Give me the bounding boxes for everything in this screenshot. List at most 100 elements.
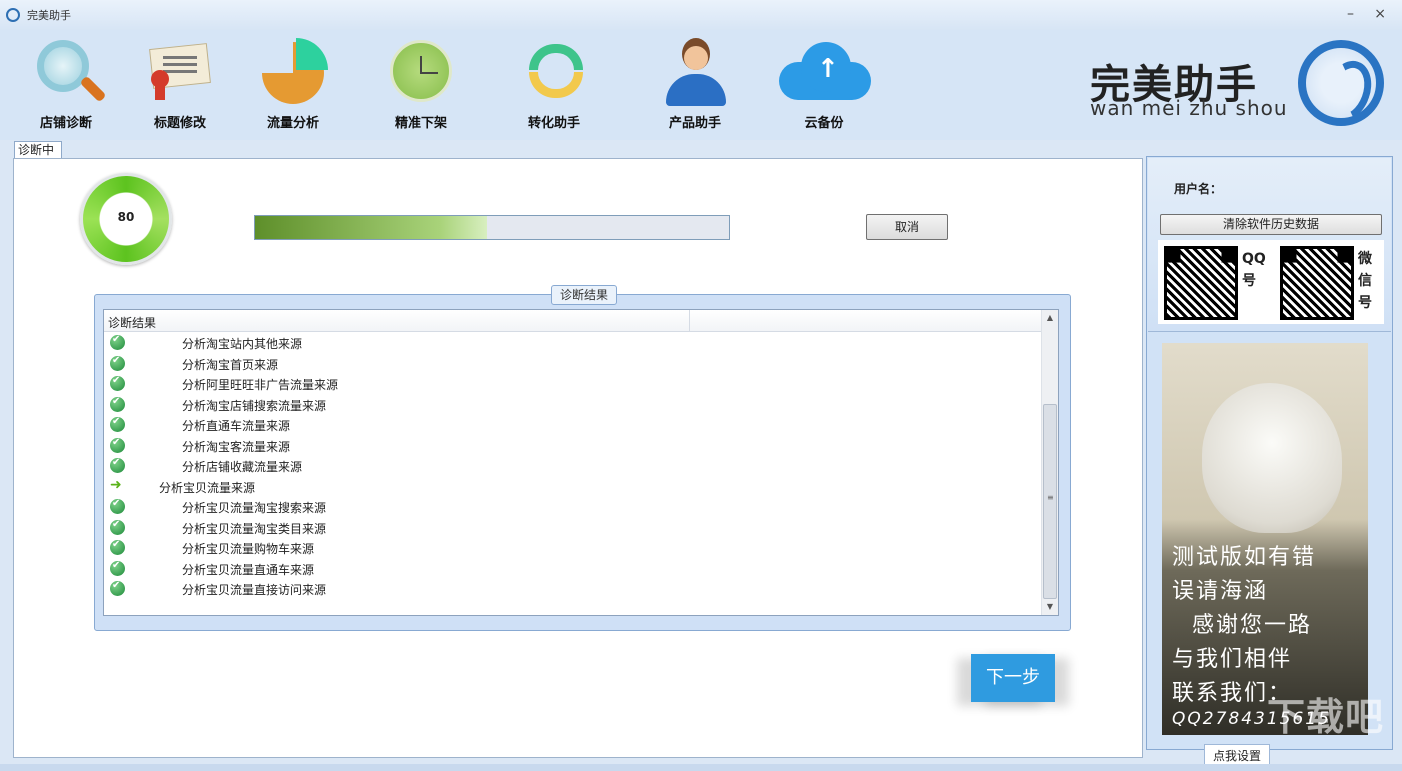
app-logo-icon	[6, 8, 20, 22]
check-icon	[110, 457, 125, 473]
qq-qr-code	[1164, 246, 1238, 320]
list-item[interactable]: 分析淘宝店铺搜索流量来源	[104, 394, 1058, 415]
progress-fill	[255, 216, 488, 239]
promo-line: 测试版如有错	[1172, 545, 1317, 570]
toolbar-label: 云备份	[804, 116, 844, 131]
toolbar-conversion-helper[interactable]: 转化助手	[504, 36, 604, 131]
pie-chart-icon	[258, 36, 328, 106]
toolbar-label: 标题修改	[153, 116, 206, 131]
user-box: 用户名： 清除软件历史数据 QQ号 微信号	[1148, 158, 1391, 332]
promo-line: 感谢您一路	[1192, 613, 1313, 638]
refresh-arrows-icon	[519, 36, 589, 106]
toolbar-precise-delist[interactable]: 精准下架	[371, 36, 471, 131]
score-ring: 80	[80, 173, 172, 265]
column-separator	[689, 310, 690, 331]
check-icon	[110, 498, 125, 514]
magnifier-icon	[31, 36, 107, 106]
toolbar-store-diagnosis[interactable]: 店铺诊断	[16, 36, 116, 131]
toolbar-cloud-backup[interactable]: ↑ 云备份	[774, 36, 874, 131]
logo-text-en: wan mei zhu shou	[1090, 96, 1288, 120]
results-group: 诊断结果 诊断结果 分析淘宝站内其他来源分析淘宝首页来源分析阿里旺旺非广告流量来…	[94, 285, 1071, 631]
score-value: 80	[117, 210, 135, 224]
check-icon	[110, 416, 125, 432]
column-header[interactable]: 诊断结果	[108, 314, 156, 331]
list-item-text: 分析宝贝流量淘宝搜索来源	[182, 501, 327, 515]
title-bar: 完美助手 – ×	[0, 0, 1402, 30]
list-item-text: 分析店铺收藏流量来源	[182, 460, 303, 474]
list-item-text: 分析淘宝客流量来源	[182, 439, 291, 454]
username-label: 用户名：	[1174, 182, 1223, 196]
certificate-icon	[145, 36, 215, 106]
list-item[interactable]: 分析淘宝首页来源	[104, 353, 1058, 374]
list-item-text: 分析宝贝流量来源	[159, 480, 256, 495]
list-item[interactable]: 分析宝贝流量淘宝搜索来源	[104, 496, 1058, 517]
list-item-text: 分析宝贝流量淘宝类目来源	[182, 521, 327, 536]
watermark: 下载吧	[1266, 695, 1384, 739]
logo-mark-icon	[1298, 40, 1384, 126]
toolbar-product-helper[interactable]: 产品助手	[645, 36, 745, 131]
list-item-text: 分析宝贝流量直接访问来源	[182, 583, 327, 597]
list-item[interactable]: 分析阿里旺旺非广告流量来源	[104, 373, 1058, 394]
arrow-right-icon	[110, 477, 125, 494]
scroll-thumb[interactable]: ≡	[1043, 404, 1057, 599]
user-icon	[660, 36, 730, 106]
check-icon	[110, 437, 125, 453]
diagnosis-progress-bar	[254, 215, 730, 240]
toolbar-label: 店铺诊断	[39, 116, 92, 131]
results-list[interactable]: 诊断结果 分析淘宝站内其他来源分析淘宝首页来源分析阿里旺旺非广告流量来源分析淘宝…	[103, 309, 1059, 616]
check-icon	[110, 396, 125, 412]
list-item-text: 分析宝贝流量购物车来源	[182, 542, 315, 556]
list-item[interactable]: 分析淘宝站内其他来源	[104, 332, 1058, 353]
side-panel: 用户名： 清除软件历史数据 QQ号 微信号 测试版如有错 误请海涵 感谢您一路 …	[1146, 156, 1393, 750]
clock-icon	[386, 36, 456, 106]
check-icon	[110, 580, 125, 596]
check-icon	[110, 539, 125, 555]
close-button[interactable]: ×	[1374, 6, 1386, 22]
cat-image	[1202, 383, 1342, 533]
cloud-upload-icon: ↑	[779, 36, 871, 106]
toolbar-label: 转化助手	[527, 116, 580, 131]
toolbar-label: 产品助手	[668, 116, 721, 131]
qq-qr-label: QQ号	[1242, 251, 1266, 289]
status-bar	[0, 764, 1402, 771]
list-item[interactable]: 分析直通车流量来源	[104, 414, 1058, 435]
toolbar-traffic-analysis[interactable]: 流量分析	[243, 36, 343, 131]
check-icon	[110, 375, 125, 391]
brand-logo: 完美助手 wan mei zhu shou	[1090, 38, 1390, 128]
toolbar-title-edit[interactable]: 标题修改	[130, 36, 230, 131]
check-icon	[110, 519, 125, 535]
list-item-text: 分析淘宝站内其他来源	[182, 337, 303, 351]
window-title: 完美助手	[27, 9, 71, 22]
toolbar-label: 流量分析	[266, 116, 319, 131]
next-step-button[interactable]: 下一步	[971, 654, 1055, 702]
main-panel: 80 取消 诊断结果 诊断结果 分析淘宝站内其他来源分析淘宝首页来源分析阿里旺旺…	[13, 158, 1143, 758]
vertical-scrollbar[interactable]: ▲ ≡ ▼	[1041, 310, 1058, 615]
list-item[interactable]: 分析淘宝客流量来源	[104, 435, 1058, 456]
minimize-button[interactable]: –	[1347, 6, 1354, 22]
list-item-text: 分析直通车流量来源	[182, 419, 291, 433]
list-body: 分析淘宝站内其他来源分析淘宝首页来源分析阿里旺旺非广告流量来源分析淘宝店铺搜索流…	[104, 332, 1058, 599]
promo-image: 测试版如有错 误请海涵 感谢您一路 与我们相伴 联系我们： QQ27843156…	[1162, 343, 1368, 735]
list-item-text: 分析宝贝流量直通车来源	[182, 562, 315, 577]
list-item-text: 分析淘宝店铺搜索流量来源	[182, 398, 327, 413]
check-icon	[110, 334, 125, 350]
list-item[interactable]: 分析宝贝流量淘宝类目来源	[104, 517, 1058, 538]
promo-line: 与我们相伴	[1172, 647, 1293, 672]
clear-history-button[interactable]: 清除软件历史数据	[1160, 214, 1382, 235]
toolbar-label: 精准下架	[394, 116, 447, 131]
tab-diagnosing[interactable]: 诊断中	[14, 141, 62, 159]
list-item-text: 分析淘宝首页来源	[182, 357, 279, 372]
list-item[interactable]: 分析店铺收藏流量来源	[104, 455, 1058, 476]
scroll-up-icon[interactable]: ▲	[1042, 310, 1058, 326]
list-item[interactable]: 分析宝贝流量购物车来源	[104, 537, 1058, 558]
cancel-button[interactable]: 取消	[866, 214, 948, 240]
list-item[interactable]: 分析宝贝流量来源	[104, 476, 1058, 497]
qr-code-area: QQ号 微信号	[1158, 240, 1384, 324]
promo-line: 误请海涵	[1172, 579, 1269, 604]
check-icon	[110, 560, 125, 576]
check-icon	[110, 355, 125, 371]
wechat-qr-code	[1280, 246, 1354, 320]
list-item[interactable]: 分析宝贝流量直接访问来源	[104, 578, 1058, 599]
list-item[interactable]: 分析宝贝流量直通车来源	[104, 558, 1058, 579]
scroll-down-icon[interactable]: ▼	[1042, 599, 1058, 615]
